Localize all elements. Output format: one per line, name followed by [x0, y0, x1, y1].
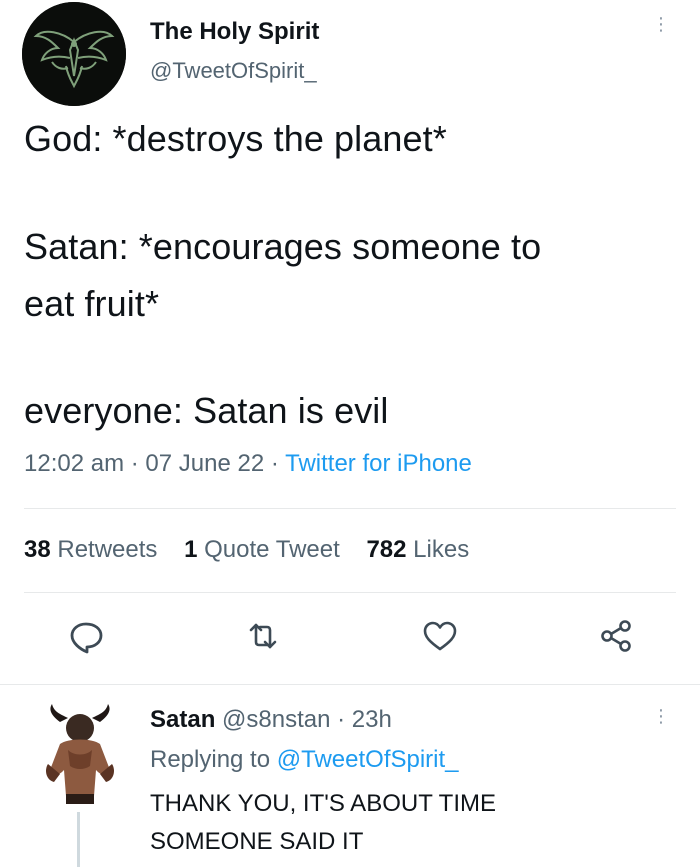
author-handle[interactable]: @TweetOfSpirit_	[150, 58, 317, 84]
likes-stat[interactable]: 782 Likes	[366, 536, 469, 563]
tweet-stats: 38 Retweets 1 Quote Tweet 782 Likes	[24, 536, 469, 564]
like-icon	[423, 621, 457, 651]
retweets-stat[interactable]: 38 Retweets	[24, 536, 157, 563]
tweet-text-line-1: God: *destroys the planet*	[24, 118, 447, 159]
replying-to-label: Replying to	[150, 746, 271, 773]
reply-avatar[interactable]	[38, 700, 124, 812]
tweet-date[interactable]: 07 June 22	[145, 450, 264, 477]
reply-icon	[70, 622, 103, 654]
reply-text-line-1: THANK YOU, IT'S ABOUT TIME	[150, 790, 496, 817]
divider	[24, 592, 676, 593]
tweet-text-line-4: everyone: Satan is evil	[24, 390, 389, 431]
tweet-time[interactable]: 12:02 am	[24, 450, 124, 477]
tweet-source[interactable]: Twitter for iPhone	[285, 450, 472, 477]
replying-to-mention[interactable]: @TweetOfSpirit_	[277, 746, 459, 773]
reply-header: Satan @s8nstan · 23h	[150, 706, 392, 733]
share-icon	[601, 620, 631, 652]
phoenix-bird-icon	[22, 2, 126, 106]
reply-more-options-icon[interactable]: ⋮	[652, 707, 670, 738]
share-button[interactable]	[596, 616, 636, 656]
more-options-icon[interactable]: ⋮	[652, 15, 670, 46]
quotes-stat[interactable]: 1 Quote Tweet	[184, 536, 340, 563]
like-button[interactable]	[420, 616, 460, 656]
divider	[0, 684, 700, 685]
reply-author-name[interactable]: Satan	[150, 706, 215, 733]
author-avatar[interactable]	[22, 2, 126, 106]
replying-to: Replying to @TweetOfSpirit_	[150, 746, 459, 774]
reply-age[interactable]: 23h	[352, 706, 392, 733]
reply-author-handle[interactable]: @s8nstan	[222, 706, 330, 733]
tweet-meta: 12:02 am · 07 June 22 · Twitter for iPho…	[24, 450, 472, 477]
author-name[interactable]: The Holy Spirit	[150, 18, 319, 46]
divider	[24, 508, 676, 509]
retweet-button[interactable]	[243, 616, 283, 656]
tweet-text-line-2: Satan: *encourages someone to	[24, 226, 542, 267]
thread-line	[77, 812, 80, 867]
reply-button[interactable]	[66, 616, 106, 656]
tweet-text-line-3: eat fruit*	[24, 283, 160, 324]
retweet-icon	[249, 623, 277, 649]
demon-figure-icon	[46, 704, 114, 804]
reply-text-line-2: SOMEONE SAID IT	[150, 828, 364, 855]
